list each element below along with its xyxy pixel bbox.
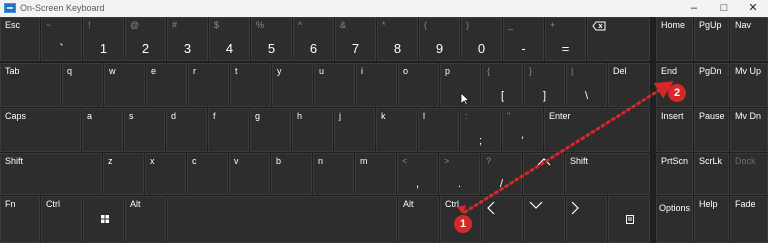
step-marker-1: 1 (454, 215, 472, 233)
maximize-button[interactable]: □ (709, 0, 739, 17)
minimize-button[interactable]: – (679, 0, 709, 17)
keyboard-area: Esc ~ ` ! 1 @2 #3 $4 % 5 ^ 6 & 7 * 8 (9 ) 0 _ - … (0, 17, 768, 243)
annotation-arrow (457, 81, 674, 214)
keyboard-app-icon (4, 3, 16, 13)
title-bar: On-Screen Keyboard – □ ✕ (0, 0, 768, 17)
window-title: On-Screen Keyboard (20, 3, 105, 13)
close-button[interactable]: ✕ (738, 0, 768, 17)
step-marker-2: 2 (668, 84, 686, 102)
